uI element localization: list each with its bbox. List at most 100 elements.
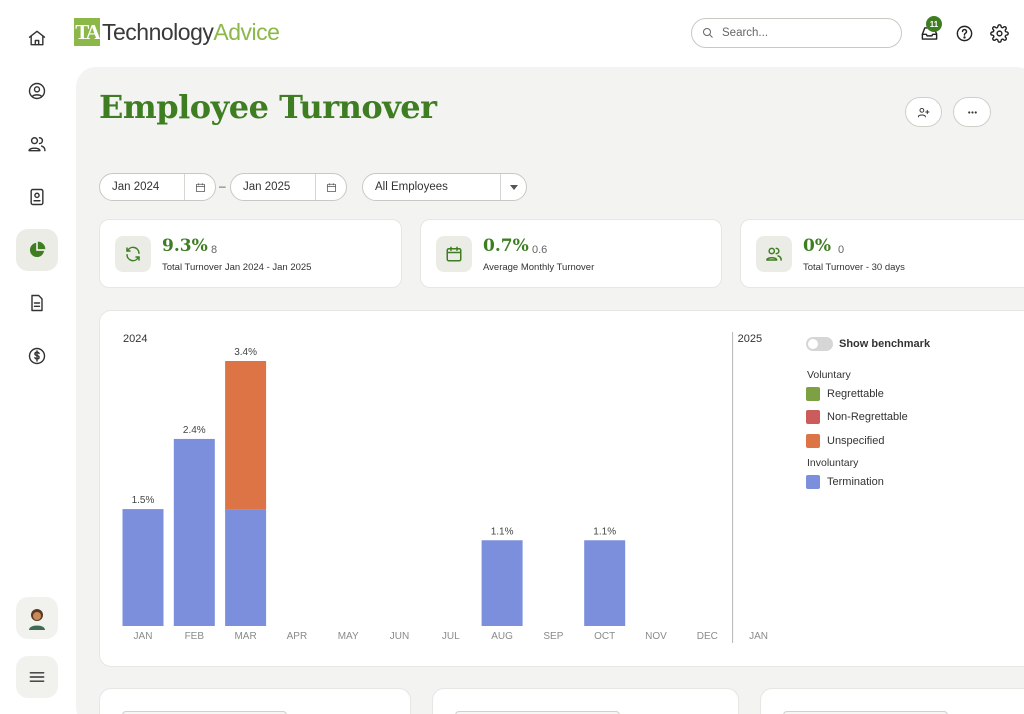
- x-tick-label: OCT: [594, 631, 615, 642]
- users-icon: [28, 137, 46, 152]
- calendar-icon: [195, 182, 205, 192]
- employee-group-select[interactable]: All Employees: [362, 173, 527, 201]
- legend-label: Termination: [827, 476, 884, 488]
- end-calendar-button[interactable]: [315, 174, 346, 200]
- user-plus-icon: [917, 107, 930, 117]
- bar-segment[interactable]: [584, 540, 626, 626]
- end-date-picker[interactable]: Jan 2025: [230, 173, 347, 201]
- bar-total-label: 2.4%: [183, 425, 206, 436]
- menu-icon: [29, 672, 45, 682]
- stat-value: 9.3%: [162, 236, 208, 256]
- stat-card-30days: 0% 0 Total Turnover - 30 days: [740, 219, 1024, 288]
- bar-segment[interactable]: [173, 438, 215, 626]
- bar-total-label: 1.1%: [491, 526, 514, 537]
- bar-segment[interactable]: [122, 509, 164, 626]
- stat-count: 8: [211, 244, 218, 256]
- notification-badge: 11: [926, 16, 942, 32]
- start-date-value: Jan 2024: [112, 181, 160, 193]
- page-title: Employee Turnover: [99, 88, 437, 126]
- nav-payroll[interactable]: [16, 335, 58, 377]
- left-rail: [0, 0, 76, 714]
- stat-label: Total Turnover Jan 2024 - Jan 2025: [162, 262, 312, 273]
- bar-total-label: 3.4%: [234, 347, 257, 358]
- legend-item-regrettable[interactable]: Regrettable: [806, 387, 884, 401]
- legend-swatch: [806, 410, 820, 424]
- x-tick-label: JUN: [390, 631, 409, 642]
- stat-value: 0%: [803, 236, 831, 256]
- x-tick-label: FEB: [185, 631, 205, 642]
- users-icon: [756, 236, 792, 272]
- search-box[interactable]: [691, 18, 902, 48]
- legend-label: Non-Regrettable: [827, 411, 908, 423]
- bottom-card-3: [760, 688, 1024, 714]
- legend-item-unspecified[interactable]: Unspecified: [806, 434, 884, 448]
- legend-swatch: [806, 434, 820, 448]
- nav-people[interactable]: [16, 123, 58, 165]
- logo-text-accent: Advice: [213, 18, 280, 45]
- search-icon: [703, 28, 713, 38]
- legend-swatch: [806, 387, 820, 401]
- bottom-card-2: [432, 688, 739, 714]
- legend-label: Unspecified: [827, 435, 885, 447]
- benchmark-toggle[interactable]: [806, 337, 833, 351]
- nav-home[interactable]: [16, 17, 58, 59]
- x-tick-label: DEC: [697, 631, 718, 642]
- bar-segment[interactable]: [225, 509, 267, 626]
- legend-group-voluntary: Voluntary: [807, 369, 851, 381]
- gear-icon: [989, 23, 1009, 43]
- legend-group-involuntary: Involuntary: [807, 457, 859, 469]
- turnover-chart: 2024 2025 1.5% JAN 2.4% FEB 3.4% MAR APR MAY JUN JU…: [122, 332, 768, 643]
- home-icon: [28, 30, 46, 46]
- legend-item-non-regrettable[interactable]: Non-Regrettable: [806, 410, 908, 424]
- nav-documents[interactable]: [16, 282, 58, 324]
- year-label: 2025: [738, 333, 762, 345]
- user-circle-icon: [28, 82, 46, 100]
- x-tick-label: SEP: [543, 631, 563, 642]
- bar-segment[interactable]: [481, 540, 523, 626]
- more-horizontal-icon: [967, 110, 977, 114]
- x-tick-label: APR: [287, 631, 308, 642]
- chevron-down-icon: [500, 174, 526, 200]
- x-tick-label: JAN: [134, 631, 153, 642]
- x-tick-label: MAR: [234, 631, 256, 642]
- employee-group-value: All Employees: [375, 181, 448, 193]
- year-label: 2024: [123, 333, 147, 345]
- menu-button[interactable]: [16, 656, 58, 698]
- legend-swatch: [806, 475, 820, 489]
- nav-profile[interactable]: [16, 70, 58, 112]
- nav-directory[interactable]: [16, 176, 58, 218]
- stat-count: 0.6: [532, 244, 548, 256]
- help-button[interactable]: [953, 22, 975, 44]
- x-tick-label: JAN: [749, 631, 768, 642]
- nav-analytics[interactable]: [16, 229, 58, 271]
- calendar-icon: [326, 182, 336, 192]
- avatar-image: [29, 609, 45, 630]
- start-date-picker[interactable]: Jan 2024: [99, 173, 216, 201]
- stat-value: 0.7%: [483, 236, 529, 256]
- dollar-icon: [28, 347, 46, 365]
- end-date-value: Jan 2025: [243, 181, 291, 193]
- settings-button[interactable]: [988, 22, 1010, 44]
- stat-card-average: 0.7% 0.6 Average Monthly Turnover: [420, 219, 722, 288]
- x-tick-label: NOV: [645, 631, 667, 642]
- more-options-button[interactable]: [953, 97, 991, 127]
- start-calendar-button[interactable]: [184, 174, 215, 200]
- refresh-icon: [115, 236, 151, 272]
- add-user-button[interactable]: [905, 97, 942, 127]
- document-icon: [31, 294, 43, 312]
- calendar-icon: [436, 236, 472, 272]
- bar-segment[interactable]: [225, 361, 267, 510]
- x-tick-label: AUG: [491, 631, 513, 642]
- benchmark-label: Show benchmark: [839, 338, 931, 350]
- date-range-separator: –: [219, 179, 226, 193]
- help-icon: [956, 25, 972, 41]
- bottom-card-1: [99, 688, 411, 714]
- legend-label: Regrettable: [827, 388, 884, 400]
- logo[interactable]: TA Technology Advice: [74, 16, 280, 48]
- stat-label: Total Turnover - 30 days: [803, 262, 905, 273]
- legend-item-termination[interactable]: Termination: [806, 475, 884, 489]
- avatar[interactable]: [16, 597, 58, 639]
- stat-label: Average Monthly Turnover: [483, 262, 595, 273]
- search-input[interactable]: [722, 27, 892, 39]
- stat-card-total: 9.3% 8 Total Turnover Jan 2024 - Jan 202…: [99, 219, 402, 288]
